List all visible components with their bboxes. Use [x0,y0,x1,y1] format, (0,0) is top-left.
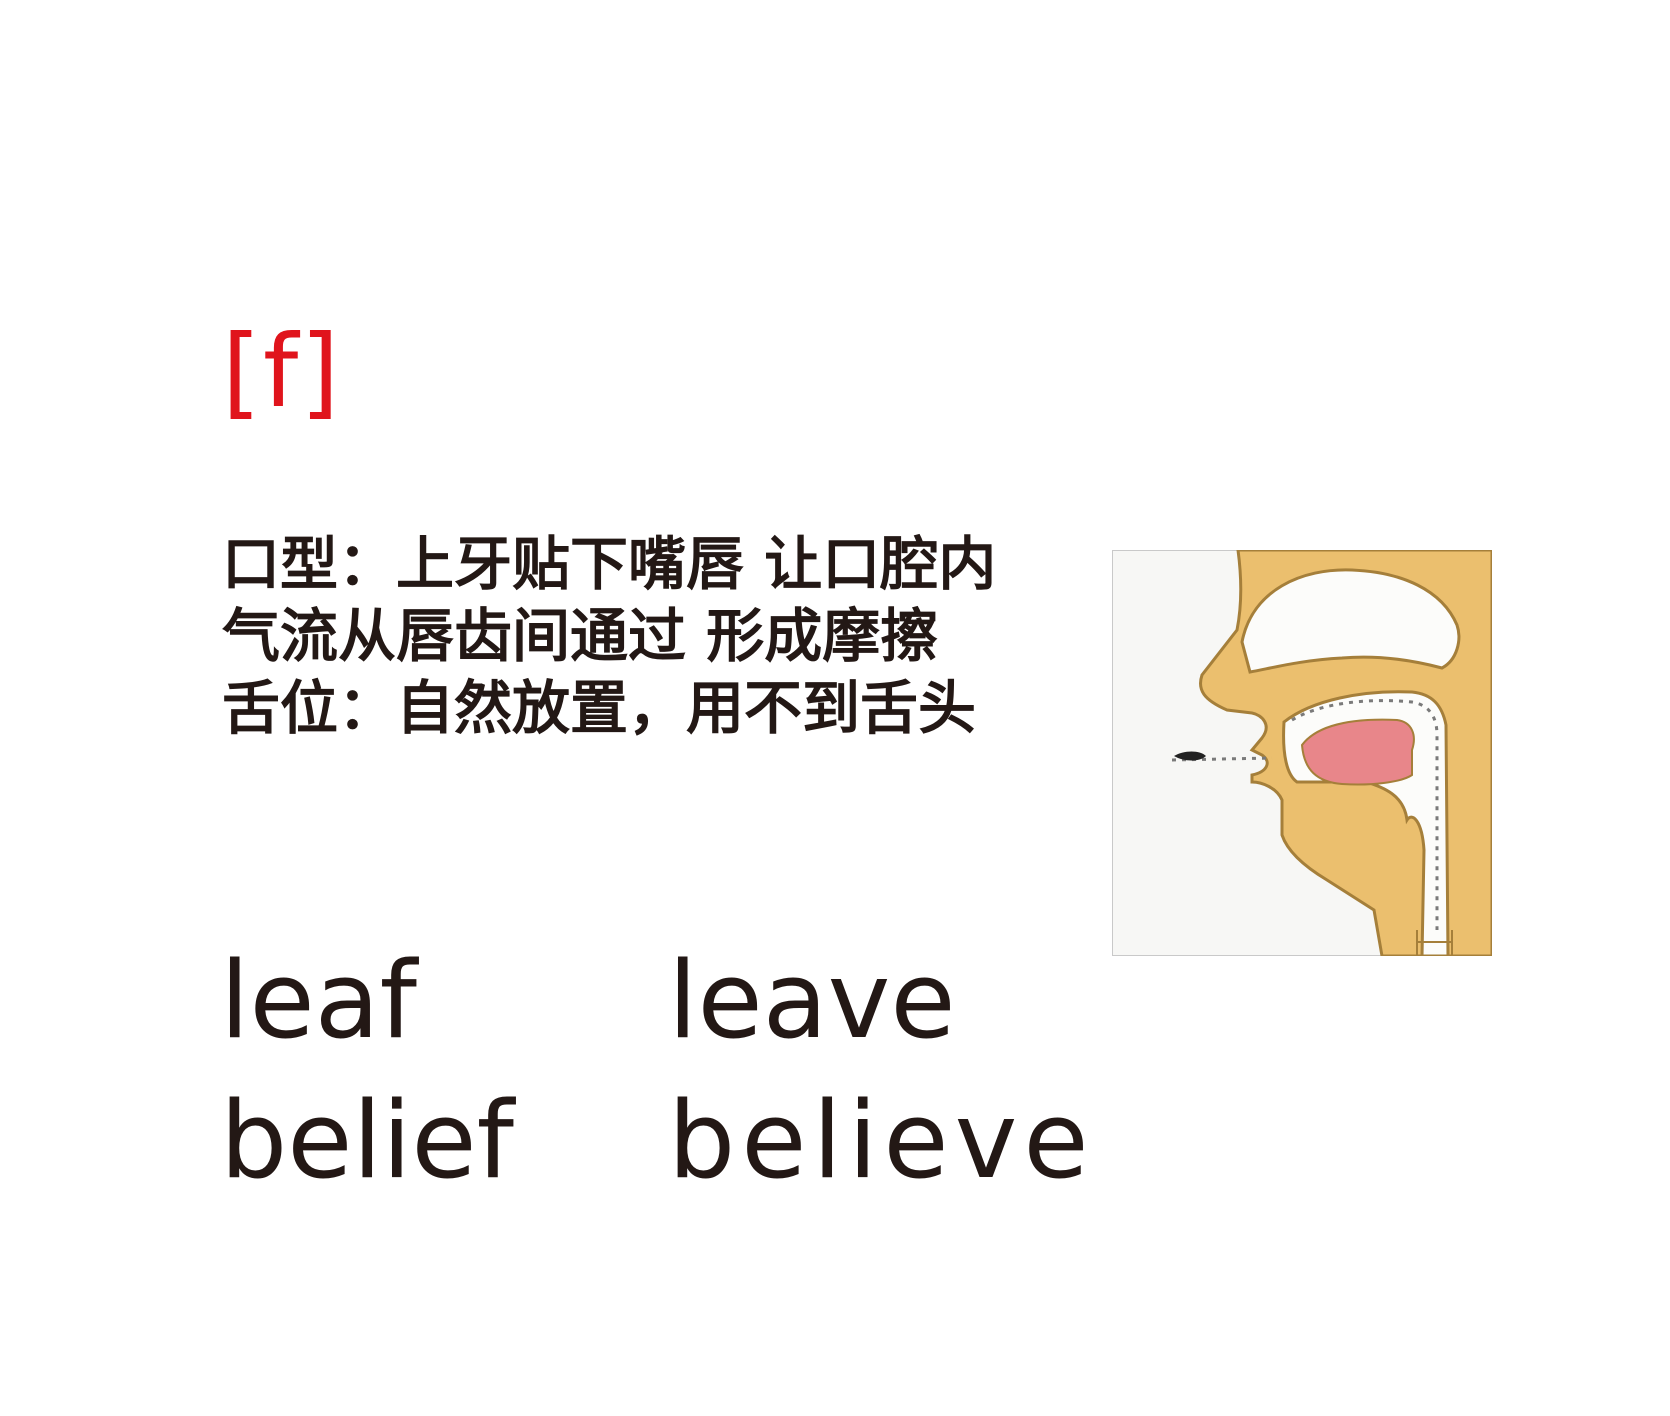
description-line-airflow: 气流从唇齿间通过 形成摩擦 [222,602,939,670]
example-word-believe: believe [668,1079,1095,1202]
phoneme-symbol: [f] [222,313,342,430]
example-word-leave: leave [668,939,956,1062]
example-word-leaf: leaf [220,939,417,1062]
example-word-belief: belief [220,1079,514,1202]
mouth-cross-section-diagram [1112,550,1492,956]
pronunciation-description: 口型：上牙贴下嘴唇 让口腔内 气流从唇齿间通过 形成摩擦 舌位：自然放置，用不到… [222,528,1082,744]
description-line-mouth-shape: 口型：上牙贴下嘴唇 让口腔内 [222,530,997,598]
description-line-tongue-position: 舌位：自然放置，用不到舌头 [222,674,977,742]
